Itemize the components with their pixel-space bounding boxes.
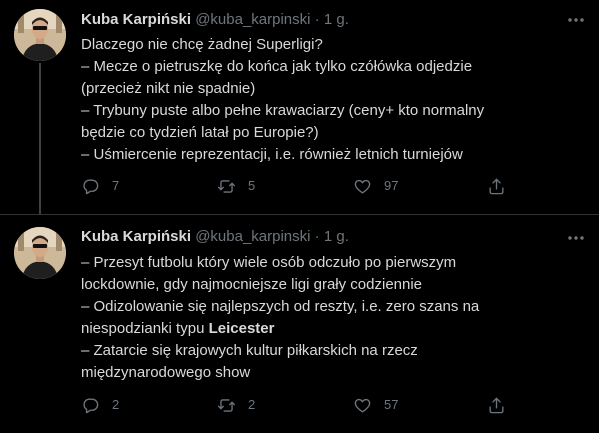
avatar[interactable] xyxy=(14,227,66,279)
tweet-actions: 7 5 97 xyxy=(81,176,504,196)
tweet-line: – Przesyt futbolu który wiele osób odczu… xyxy=(81,254,457,271)
tweet-text: Dlaczego nie chcę żadnej Superligi? – Me… xyxy=(81,34,587,166)
reply-icon xyxy=(81,177,100,196)
retweet-icon xyxy=(217,177,236,196)
separator-dot: · xyxy=(314,11,320,28)
reply-button[interactable]: 7 xyxy=(81,176,119,196)
share-icon xyxy=(487,396,506,415)
reply-count: 7 xyxy=(112,178,120,193)
tweet-line: – Zatarcie się krajowych kultur piłkarsk… xyxy=(81,342,418,359)
like-icon xyxy=(353,177,372,196)
retweet-count: 5 xyxy=(248,178,256,193)
tweet[interactable]: Kuba Karpiński @kuba_karpinski · 1 g. – … xyxy=(0,214,599,433)
like-button[interactable]: 97 xyxy=(353,176,398,196)
like-button[interactable]: 57 xyxy=(353,395,398,415)
tweet-header: Kuba Karpiński @kuba_karpinski · 1 g. xyxy=(81,10,581,30)
tweet-header: Kuba Karpiński @kuba_karpinski · 1 g. xyxy=(81,227,581,247)
bold-text: Leicester xyxy=(208,320,275,337)
tweet-line: – Odizolowanie się najlepszych od reszty… xyxy=(81,298,480,315)
avatar[interactable] xyxy=(14,9,66,61)
more-icon[interactable] xyxy=(565,9,587,31)
retweet-button[interactable]: 2 xyxy=(217,395,255,415)
tweet-text: – Przesyt futbolu który wiele osób odczu… xyxy=(81,252,587,384)
retweet-button[interactable]: 5 xyxy=(217,176,255,196)
share-button[interactable] xyxy=(487,395,506,415)
tweet-actions: 2 2 57 xyxy=(81,395,504,415)
tweet-timestamp[interactable]: 1 g. xyxy=(324,11,349,28)
share-button[interactable] xyxy=(487,176,506,196)
author-handle[interactable]: @kuba_karpinski xyxy=(195,228,310,245)
author-handle[interactable]: @kuba_karpinski xyxy=(195,11,310,28)
tweet-line: – Mecze o pietruszkę do końca jak tylko … xyxy=(81,58,473,75)
author-name[interactable]: Kuba Karpiński xyxy=(81,228,191,245)
tweet-line: Dlaczego nie chcę żadnej Superligi? xyxy=(81,36,323,53)
tweet[interactable]: Kuba Karpiński @kuba_karpinski · 1 g. Dl… xyxy=(0,0,599,214)
tweet-line-text: niespodzianki typu xyxy=(81,320,209,337)
like-count: 97 xyxy=(384,178,399,193)
retweet-count: 2 xyxy=(248,397,256,412)
tweet-line: będzie co tydzień latał po Europie?) xyxy=(81,124,319,141)
reply-icon xyxy=(81,396,100,415)
reply-button[interactable]: 2 xyxy=(81,395,119,415)
separator-dot: · xyxy=(314,228,320,245)
tweet-line: – Uśmiercenie reprezentacji, i.e. równie… xyxy=(81,146,463,163)
share-icon xyxy=(487,177,506,196)
tweet-line: (przecież nikt nie spadnie) xyxy=(81,80,256,97)
tweet-line: – Trybuny puste albo pełne krawaciarzy (… xyxy=(81,102,485,119)
tweet-line: międzynarodowego show xyxy=(81,364,251,381)
retweet-icon xyxy=(217,396,236,415)
tweet-timestamp[interactable]: 1 g. xyxy=(324,228,349,245)
tweet-line: lockdownie, gdy najmocniejsze ligi grały… xyxy=(81,276,423,293)
tweet-line: niespodzianki typu Leicester xyxy=(81,318,587,340)
reply-count: 2 xyxy=(112,397,120,412)
like-icon xyxy=(353,396,372,415)
more-icon[interactable] xyxy=(565,227,587,249)
like-count: 57 xyxy=(384,397,399,412)
author-name[interactable]: Kuba Karpiński xyxy=(81,11,191,28)
